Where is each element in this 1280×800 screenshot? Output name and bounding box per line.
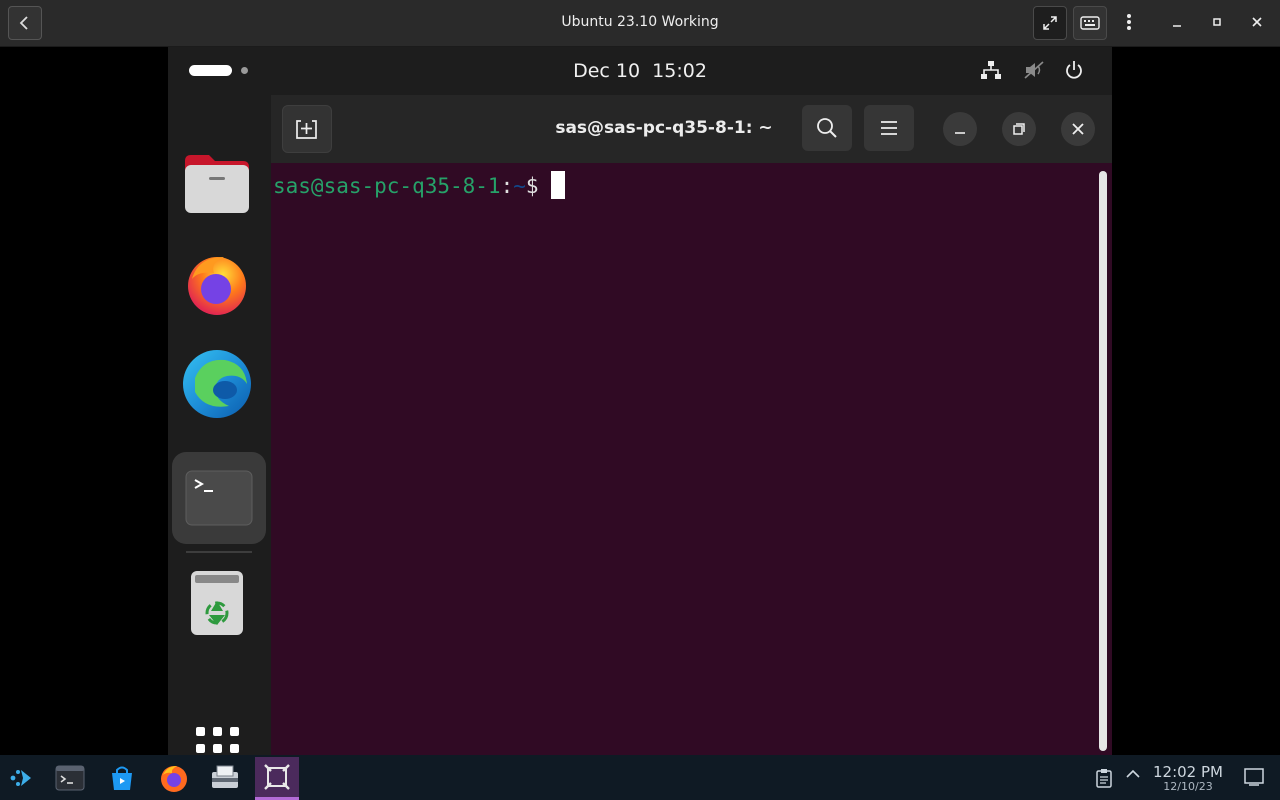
launcher-icon [10, 769, 31, 786]
volume-muted-icon [1024, 61, 1044, 79]
edge-icon [183, 350, 251, 418]
close-icon [1072, 123, 1084, 135]
firefox-icon [188, 257, 246, 315]
keyboard-button[interactable] [1073, 6, 1107, 40]
new-tab-button[interactable] [282, 105, 332, 153]
terminal-close-button[interactable] [1061, 112, 1095, 146]
dock-item-trash[interactable] [180, 566, 254, 640]
terminal-window: sas@sas-pc-q35-8-1: ~ sas@sas-pc-q35-8-1… [271, 95, 1112, 755]
search-button[interactable] [802, 105, 852, 151]
show-desktop-button[interactable] [1244, 768, 1264, 786]
firefox-icon [161, 765, 187, 792]
terminal-restore-button[interactable] [1002, 112, 1036, 146]
clock-date: Dec 10 [573, 60, 641, 82]
keyboard-icon [1080, 16, 1100, 30]
desktop-icon [1244, 768, 1264, 786]
taskbar-virtual-machine[interactable] [255, 757, 299, 800]
host-taskbar: 12:02 PM 12/10/23 [0, 755, 1280, 800]
terminal-header-bar: sas@sas-pc-q35-8-1: ~ [271, 95, 1112, 163]
minimize-button[interactable] [1161, 6, 1193, 38]
fullscreen-button[interactable] [1033, 6, 1067, 40]
taskbar-time[interactable]: 12:02 PM [1148, 763, 1228, 781]
chevron-up-icon [1126, 769, 1140, 778]
taskbar-terminal[interactable] [48, 757, 92, 798]
dock-item-firefox[interactable] [180, 247, 254, 321]
app-launcher-button[interactable] [0, 757, 44, 798]
new-tab-icon [296, 120, 317, 139]
prompt-colon: : [500, 174, 514, 198]
taskbar-firefox[interactable] [152, 757, 196, 798]
store-icon [112, 766, 132, 790]
dock-item-terminal[interactable] [172, 452, 266, 544]
network-indicator[interactable] [979, 58, 1003, 82]
minimize-icon [955, 132, 965, 134]
host-title-bar: Ubuntu 23.10 Working [0, 0, 1280, 47]
power-icon [1066, 61, 1082, 79]
minimize-icon [1173, 25, 1181, 27]
maximize-icon [1213, 18, 1221, 26]
clock[interactable]: Dec 10 15:02 [168, 60, 1112, 82]
close-icon [1252, 17, 1262, 27]
taskbar-date[interactable]: 12/10/23 [1148, 780, 1228, 793]
files-icon [185, 155, 249, 213]
clipboard-tray-button[interactable] [1096, 768, 1112, 788]
guest-desktop: Dec 10 15:02 sas@sas-pc-q35-8-1: ~ sas@s… [168, 47, 1112, 770]
terminal-title: sas@sas-pc-q35-8-1: ~ [555, 118, 773, 138]
shell-prompt: sas@sas-pc-q35-8-1:~$ [273, 171, 565, 199]
clock-time: 15:02 [652, 60, 707, 82]
terminal-scrollbar[interactable] [1099, 171, 1107, 751]
gnome-top-bar: Dec 10 15:02 [168, 47, 1112, 93]
prompt-symbol: $ [525, 174, 539, 198]
volume-indicator[interactable] [1022, 58, 1046, 82]
terminal-minimize-button[interactable] [943, 112, 977, 146]
fullscreen-icon [1043, 16, 1057, 30]
network-icon [981, 61, 1001, 79]
close-button[interactable] [1241, 6, 1273, 38]
search-icon [817, 118, 837, 138]
prompt-path: ~ [513, 174, 526, 198]
menu-button[interactable] [1113, 6, 1145, 38]
restore-icon [1013, 123, 1025, 135]
trash-icon [191, 571, 243, 635]
menu-button[interactable] [864, 105, 914, 151]
terminal-icon [185, 470, 253, 526]
terminal-output[interactable]: sas@sas-pc-q35-8-1:~$ [271, 163, 1112, 755]
power-indicator[interactable] [1062, 58, 1086, 82]
dock-item-edge[interactable] [180, 347, 254, 421]
terminal-icon [55, 765, 85, 790]
show-hidden-icons-button[interactable] [1126, 768, 1140, 780]
hamburger-icon [881, 121, 897, 135]
file-manager-icon [212, 765, 238, 788]
virtual-machine-icon [264, 764, 290, 790]
dock-separator [186, 551, 252, 553]
clipboard-icon [1096, 769, 1112, 788]
dock [168, 93, 270, 770]
dock-item-files[interactable] [180, 147, 254, 221]
text-cursor [550, 171, 565, 199]
taskbar-file-manager[interactable] [203, 757, 247, 798]
maximize-button[interactable] [1201, 6, 1233, 38]
taskbar-discover[interactable] [100, 757, 144, 798]
kebab-menu-icon [1127, 14, 1131, 30]
prompt-user-host: sas@sas-pc-q35-8-1 [273, 174, 501, 198]
